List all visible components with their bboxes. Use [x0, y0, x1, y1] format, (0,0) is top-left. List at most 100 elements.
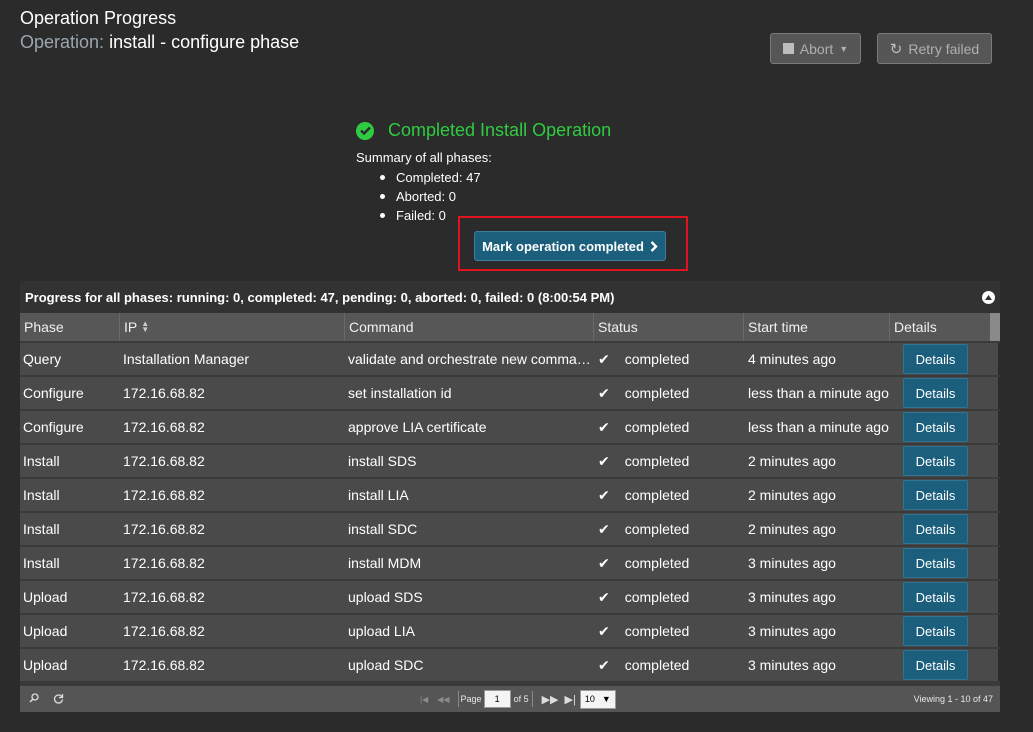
cell-command: install MDM — [348, 555, 422, 571]
scrollbar-track — [998, 445, 1000, 477]
summary-item: Aborted: 0 — [380, 187, 611, 206]
next-page-icon[interactable]: ▶▶ — [542, 693, 559, 706]
cell-command: validate and orchestrate new command… — [348, 351, 594, 367]
cell-start-time: 2 minutes ago — [748, 487, 836, 503]
cell-phase: Install — [23, 487, 60, 503]
status-text: completed — [624, 521, 690, 537]
page-count: of 5 — [513, 694, 529, 704]
cell-phase: Configure — [23, 419, 84, 435]
cell-phase: Install — [23, 521, 60, 537]
cell-ip: Installation Manager — [123, 351, 250, 367]
status-text: completed — [624, 589, 690, 605]
cell-start-time: 2 minutes ago — [748, 521, 836, 537]
cell-start-time: less than a minute ago — [748, 419, 889, 435]
status-text: completed — [624, 623, 690, 639]
details-button[interactable]: Details — [903, 514, 968, 544]
column-header-start-time[interactable]: Start time — [744, 313, 890, 341]
cell-start-time: 3 minutes ago — [748, 657, 836, 673]
cell-ip: 172.16.68.82 — [123, 453, 205, 469]
table-row: Configure 172.16.68.82 set installation id… — [20, 377, 1000, 409]
cell-phase: Configure — [23, 385, 84, 401]
cell-phase: Upload — [23, 589, 68, 605]
cell-start-time: 2 minutes ago — [748, 453, 836, 469]
cell-phase: Install — [23, 555, 60, 571]
viewing-count: Viewing 1 - 10 of 47 — [913, 694, 993, 704]
progress-header-text: Progress for all phases: running: 0, com… — [25, 289, 615, 305]
details-button[interactable]: Details — [903, 344, 968, 374]
bullet-icon — [380, 194, 385, 199]
operation-subtitle: Operation: install - configure phase — [20, 32, 299, 53]
cell-status: ✔ completed — [594, 555, 744, 572]
table-header: Phase IP ▲ ▼ Command Status Start time De… — [20, 313, 1000, 341]
column-header-command[interactable]: Command — [345, 313, 594, 341]
cell-status: ✔ completed — [594, 589, 744, 606]
pager-divider — [531, 691, 533, 707]
progress-header: Progress for all phases: running: 0, com… — [20, 281, 1000, 313]
checkmark-icon: ✔ — [598, 418, 610, 435]
status-text: completed — [624, 453, 690, 469]
table-row: Install 172.16.68.82 install SDC ✔ completed… — [20, 513, 1000, 545]
cell-command: approve LIA certificate — [348, 419, 487, 435]
details-button[interactable]: Details — [903, 412, 968, 442]
scrollbar-track — [998, 513, 1000, 545]
operation-value: install - configure phase — [109, 32, 300, 52]
cell-status: ✔ completed — [594, 351, 744, 368]
cell-ip: 172.16.68.82 — [123, 657, 205, 673]
cell-ip: 172.16.68.82 — [123, 623, 205, 639]
scrollbar[interactable] — [990, 313, 1000, 341]
last-page-icon[interactable]: ▶| — [565, 693, 576, 706]
chevron-right-icon — [650, 240, 658, 252]
table-row: Install 172.16.68.82 install LIA ✔ completed… — [20, 479, 1000, 511]
cell-start-time: 3 minutes ago — [748, 555, 836, 571]
cell-command: upload SDC — [348, 657, 424, 673]
details-button[interactable]: Details — [903, 378, 968, 408]
refresh-icon[interactable] — [53, 693, 64, 706]
table-row: Upload 172.16.68.82 upload LIA ✔ completed 3 … — [20, 615, 1000, 647]
abort-button[interactable]: Abort ▼ — [770, 33, 861, 64]
cell-ip: 172.16.68.82 — [123, 555, 205, 571]
progress-panel: Progress for all phases: running: 0, com… — [20, 281, 1000, 712]
table-row: Install 172.16.68.82 install SDS ✔ completed… — [20, 445, 1000, 477]
first-page-icon[interactable]: |◀ — [420, 695, 428, 704]
column-header-ip[interactable]: IP ▲ ▼ — [120, 313, 345, 341]
cell-status: ✔ completed — [594, 521, 744, 538]
page-label: Page — [460, 694, 482, 704]
details-button[interactable]: Details — [903, 650, 968, 680]
table-row: Upload 172.16.68.82 upload SDC ✔ completed 3 … — [20, 649, 1000, 681]
table-row: Install 172.16.68.82 install MDM ✔ completed… — [20, 547, 1000, 579]
cell-start-time: 4 minutes ago — [748, 351, 836, 367]
cell-start-time: 3 minutes ago — [748, 623, 836, 639]
page-number-input[interactable]: 1 — [483, 690, 511, 708]
bullet-icon — [380, 213, 385, 218]
details-button[interactable]: Details — [903, 616, 968, 646]
cell-phase: Upload — [23, 657, 68, 673]
retry-failed-button[interactable]: ↻ Retry failed — [877, 33, 992, 64]
column-header-status[interactable]: Status — [594, 313, 744, 341]
cell-ip: 172.16.68.82 — [123, 589, 205, 605]
search-icon[interactable] — [29, 693, 39, 705]
status-text: completed — [624, 385, 690, 401]
details-button[interactable]: Details — [903, 446, 968, 476]
details-button[interactable]: Details — [903, 480, 968, 510]
checkmark-icon: ✔ — [598, 656, 610, 673]
cell-command: upload LIA — [348, 623, 415, 639]
cell-ip: 172.16.68.82 — [123, 487, 205, 503]
column-header-phase[interactable]: Phase — [20, 313, 120, 341]
details-button[interactable]: Details — [903, 548, 968, 578]
summary-label: Summary of all phases: — [356, 150, 492, 165]
collapse-icon[interactable] — [982, 291, 995, 304]
status-text: completed — [624, 419, 690, 435]
scrollbar-track — [998, 547, 1000, 579]
prev-page-icon[interactable]: ◀◀ — [437, 695, 449, 704]
page-size-select[interactable]: 10 ▼ — [579, 689, 616, 709]
bullet-icon — [380, 175, 385, 180]
cell-ip: 172.16.68.82 — [123, 419, 205, 435]
cell-command: upload SDS — [348, 589, 423, 605]
check-circle-icon — [356, 121, 374, 140]
cell-command: install SDS — [348, 453, 417, 469]
scrollbar-track — [998, 377, 1000, 409]
mark-operation-completed-button[interactable]: Mark operation completed — [474, 231, 666, 261]
details-button[interactable]: Details — [903, 582, 968, 612]
status-text: completed — [624, 657, 690, 673]
cell-status: ✔ completed — [594, 419, 744, 436]
